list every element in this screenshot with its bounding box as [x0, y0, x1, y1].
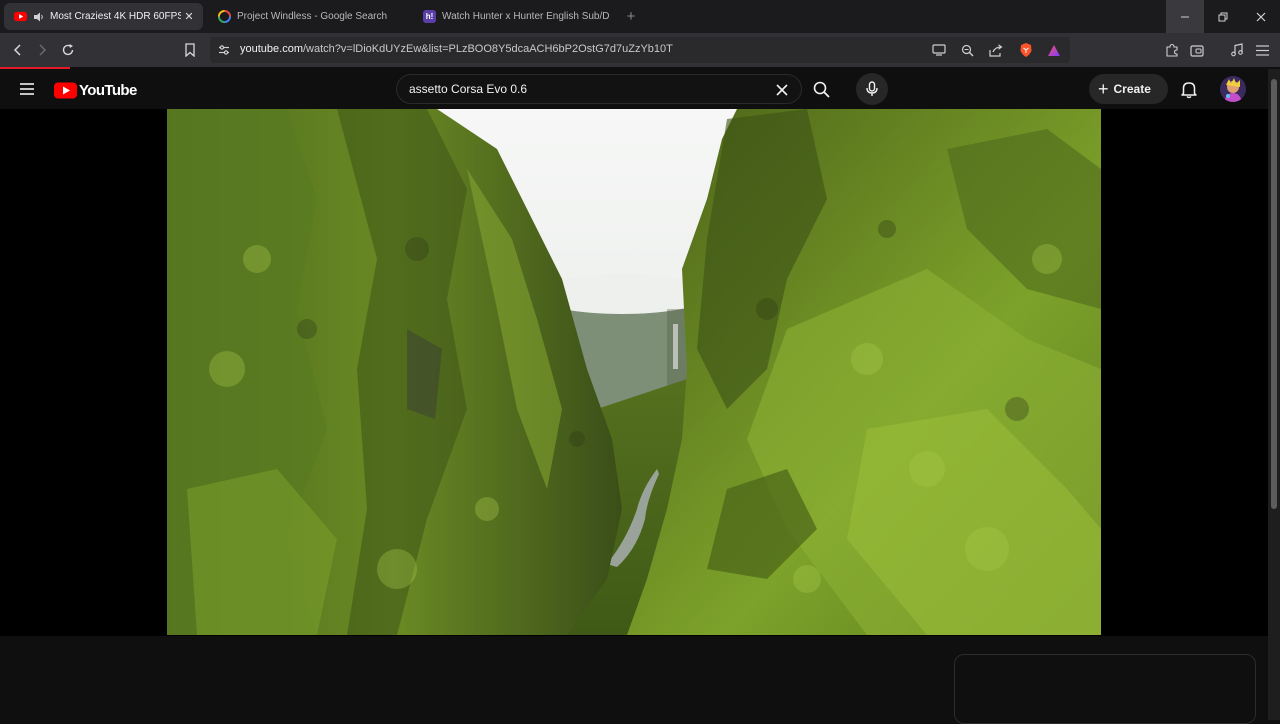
cast-button[interactable]: [929, 40, 949, 60]
tab-title: Watch Hunter x Hunter English Sub/D: [442, 11, 610, 22]
back-button[interactable]: [8, 40, 28, 60]
scrollbar-thumb[interactable]: [1271, 79, 1277, 509]
extensions-button[interactable]: [1162, 40, 1182, 60]
bookmark-button[interactable]: [180, 40, 200, 60]
media-controls-button[interactable]: [1227, 40, 1247, 60]
site-settings-icon[interactable]: [218, 44, 230, 56]
puzzle-icon: [1166, 43, 1178, 57]
speaker-icon[interactable]: [33, 11, 45, 23]
create-label: Create: [1113, 82, 1151, 96]
wallet-button[interactable]: [1187, 40, 1207, 60]
canyon-video-image: [167, 109, 1101, 635]
guide-menu-button[interactable]: [14, 79, 40, 99]
search-icon: [813, 81, 830, 98]
reload-icon: [62, 44, 74, 56]
youtube-logo-icon: [54, 82, 77, 98]
forward-button[interactable]: [32, 40, 52, 60]
arrow-right-icon: [39, 44, 47, 56]
page-scrollbar[interactable]: [1268, 69, 1280, 720]
tab-google-search[interactable]: Project Windless - Google Search: [208, 3, 408, 30]
browser-toolbar: youtube.com/watch?v=lDioKdUYzEw&list=PLz…: [0, 33, 1280, 67]
create-button[interactable]: + Create: [1089, 74, 1168, 104]
restore-button[interactable]: [1204, 0, 1242, 33]
youtube-logo[interactable]: YouTube: [54, 80, 137, 100]
url-host: youtube.com: [240, 43, 303, 55]
arrow-left-icon: [13, 44, 21, 56]
tab-title: Most Craziest 4K HDR 60FPS: [50, 11, 181, 22]
minimize-icon: [1181, 16, 1189, 17]
plus-icon: +: [1098, 79, 1109, 99]
youtube-wordmark: YouTube: [79, 81, 137, 99]
zoom-icon: [961, 44, 973, 56]
browser-tab-strip: Most Craziest 4K HDR 60FPS ✕ Project Win…: [0, 0, 1280, 33]
brave-rewards-button[interactable]: [1044, 40, 1064, 60]
tab-title: Project Windless - Google Search: [237, 11, 388, 22]
cast-icon: [932, 44, 946, 56]
youtube-masthead: YouTube + Create: [0, 69, 1268, 109]
video-player[interactable]: [0, 109, 1268, 636]
tab-close-icon[interactable]: ✕: [181, 10, 197, 23]
search-box[interactable]: [396, 74, 802, 104]
hamburger-menu-icon: [20, 83, 34, 95]
share-button[interactable]: [986, 40, 1006, 60]
microphone-icon: [866, 81, 878, 96]
search-input[interactable]: [409, 82, 769, 96]
rewards-triangle-icon: [1048, 44, 1060, 56]
clear-search-button[interactable]: [772, 80, 792, 100]
share-icon: [989, 43, 1003, 57]
minimize-button[interactable]: [1166, 0, 1204, 33]
url-text: youtube.com/watch?v=lDioKdUYzEw&list=PLz…: [240, 43, 673, 55]
youtube-favicon-icon: [14, 11, 27, 22]
bell-icon: [1181, 82, 1197, 99]
music-note-icon: [1231, 43, 1243, 57]
tab-hunter-x-hunter[interactable]: h! Watch Hunter x Hunter English Sub/D: [413, 3, 613, 30]
video-frame[interactable]: [167, 109, 1101, 635]
below-player-area: [0, 636, 1268, 724]
hianime-favicon-icon: h!: [423, 10, 436, 23]
brave-shields-button[interactable]: [1016, 40, 1036, 60]
browser-menu-button[interactable]: [1252, 40, 1272, 60]
wallet-icon: [1190, 44, 1204, 57]
bookmark-icon: [185, 43, 195, 57]
account-avatar[interactable]: [1220, 76, 1246, 102]
avatar-image: [1220, 76, 1246, 102]
side-panel-card: [954, 654, 1256, 724]
zoom-button[interactable]: [957, 40, 977, 60]
new-tab-button[interactable]: +: [620, 6, 642, 28]
google-favicon-icon: [218, 10, 231, 23]
clear-icon: [776, 84, 788, 96]
search-button[interactable]: [805, 74, 837, 104]
tab-youtube[interactable]: Most Craziest 4K HDR 60FPS ✕: [4, 3, 203, 30]
close-window-button[interactable]: [1242, 0, 1280, 33]
brave-lion-icon: [1020, 43, 1032, 57]
voice-search-button[interactable]: [856, 73, 888, 105]
restore-icon: [1218, 12, 1228, 21]
menu-icon: [1255, 44, 1269, 56]
notifications-button[interactable]: [1178, 78, 1200, 100]
close-icon: [1256, 12, 1266, 21]
reload-button[interactable]: [58, 40, 78, 60]
url-path: /watch?v=lDioKdUYzEw&list=PLzBOO8Y5dcaAC…: [302, 43, 673, 55]
